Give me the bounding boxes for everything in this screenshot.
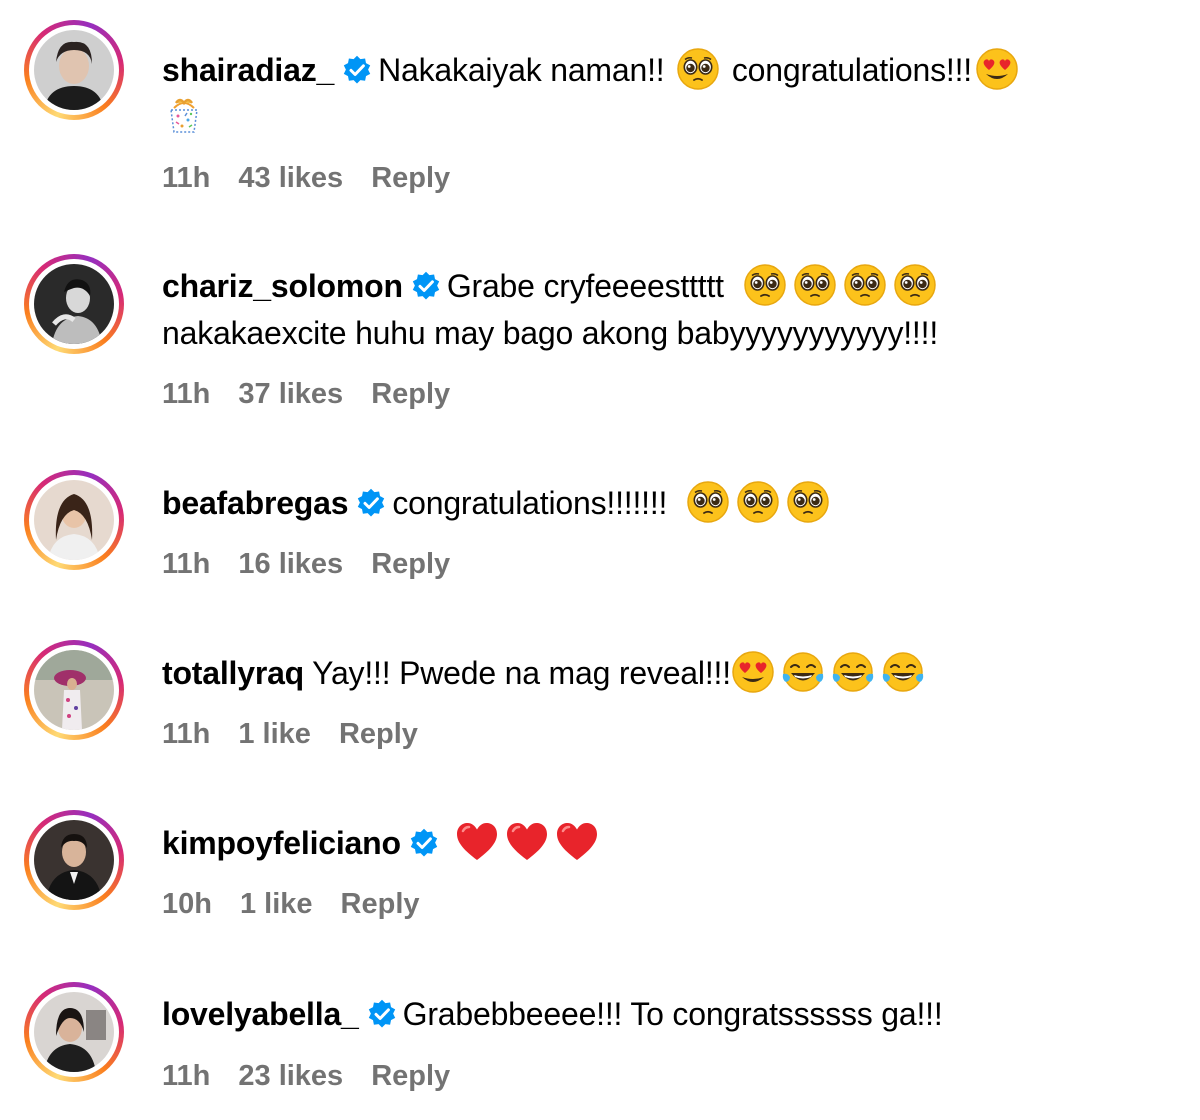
comment-body: Grabebbeeee!!! To congratssssss ga!!! [402,996,943,1032]
pleading-face-emoji [743,263,787,307]
likes-count[interactable]: 43 likes [238,162,343,194]
red-heart-emoji [455,820,499,864]
username[interactable]: totallyraq [162,655,304,691]
comment-meta: 11h 1 like Reply [162,718,446,751]
timestamp: 11h [162,378,211,410]
pleading-face-emoji [736,480,780,524]
reply-button[interactable]: Reply [339,718,418,750]
comment-body: Yay!!! Pwede na mag reveal!!! [312,655,731,691]
comment-text: totallyraq Yay!!! Pwede na mag reveal!!! [162,650,928,696]
timestamp: 11h [162,1060,211,1092]
username[interactable]: beafabregas [162,485,349,521]
comment-meta: 11h 37 likes Reply [162,378,478,411]
verified-badge-icon [409,828,439,858]
avatar[interactable] [24,20,124,120]
verified-badge-icon [367,999,397,1029]
verified-badge-icon [356,488,386,518]
avatar[interactable] [24,470,124,570]
comment-body: Grabe cryfeeeesttttt [446,268,724,304]
timestamp: 11h [162,162,211,194]
reply-button[interactable]: Reply [371,378,450,410]
avatar[interactable] [24,982,124,1082]
likes-count[interactable]: 16 likes [238,548,343,580]
red-heart-emoji [505,820,549,864]
pleading-face-emoji [686,480,730,524]
username[interactable]: chariz_solomon [162,268,403,304]
comment-item: shairadiaz_ Nakakaiyak naman!! congratula… [0,0,1200,220]
likes-count[interactable]: 37 likes [238,378,343,410]
reply-button[interactable]: Reply [371,1060,450,1092]
comment-body: Nakakaiyak naman!! [378,52,665,88]
comment-body: congratulations!!!!!!! [392,485,668,521]
username[interactable]: lovelyabella_ [162,996,359,1032]
pleading-face-emoji [786,480,830,524]
tears-of-joy-emoji [831,650,875,694]
reply-button[interactable]: Reply [371,162,450,194]
timestamp: 11h [162,548,211,580]
tears-of-joy-emoji [781,650,825,694]
comment-body: nakakaexcite huhu may bago akong babyyyy… [162,315,939,351]
pleading-face-emoji [793,263,837,307]
avatar[interactable] [24,254,124,354]
comment-text: kimpoyfeliciano [162,820,602,866]
comment-meta: 11h 16 likes Reply [162,548,478,581]
comment-text-cont: nakakaexcite huhu may bago akong babyyyy… [162,310,938,356]
comment-meta: 11h 43 likes Reply [162,162,478,195]
comment-meta: 10h 1 like Reply [162,888,448,921]
comment-text-cont [162,94,209,140]
red-heart-emoji [555,820,599,864]
username[interactable]: kimpoyfeliciano [162,825,401,861]
comment-text: beafabregas congratulations!!!!!!! [162,480,833,526]
username[interactable]: shairadiaz_ [162,52,334,88]
tears-of-joy-emoji [881,650,925,694]
likes-count[interactable]: 1 like [240,888,313,920]
pleading-face-emoji [843,263,887,307]
pleading-face-emoji [676,47,720,91]
likes-count[interactable]: 1 like [238,718,311,750]
timestamp: 11h [162,718,211,750]
avatar[interactable] [24,810,124,910]
heart-eyes-emoji [975,47,1019,91]
comment-text: chariz_solomon Grabe cryfeeeesttttt [162,263,940,309]
pleading-face-emoji [893,263,937,307]
verified-badge-icon [411,271,441,301]
heart-eyes-emoji [731,650,775,694]
reply-button[interactable]: Reply [371,548,450,580]
timestamp: 10h [162,888,212,920]
comment-body: congratulations!!! [731,52,972,88]
confetti-emoji [162,94,206,138]
avatar[interactable] [24,640,124,740]
comment-text: lovelyabella_ Grabebbeeee!!! To congratss… [162,991,943,1037]
comment-text: shairadiaz_ Nakakaiyak naman!! congratula… [162,47,1022,93]
verified-badge-icon [342,55,372,85]
likes-count[interactable]: 23 likes [238,1060,343,1092]
comment-meta: 11h 23 likes Reply [162,1060,478,1093]
reply-button[interactable]: Reply [341,888,420,920]
